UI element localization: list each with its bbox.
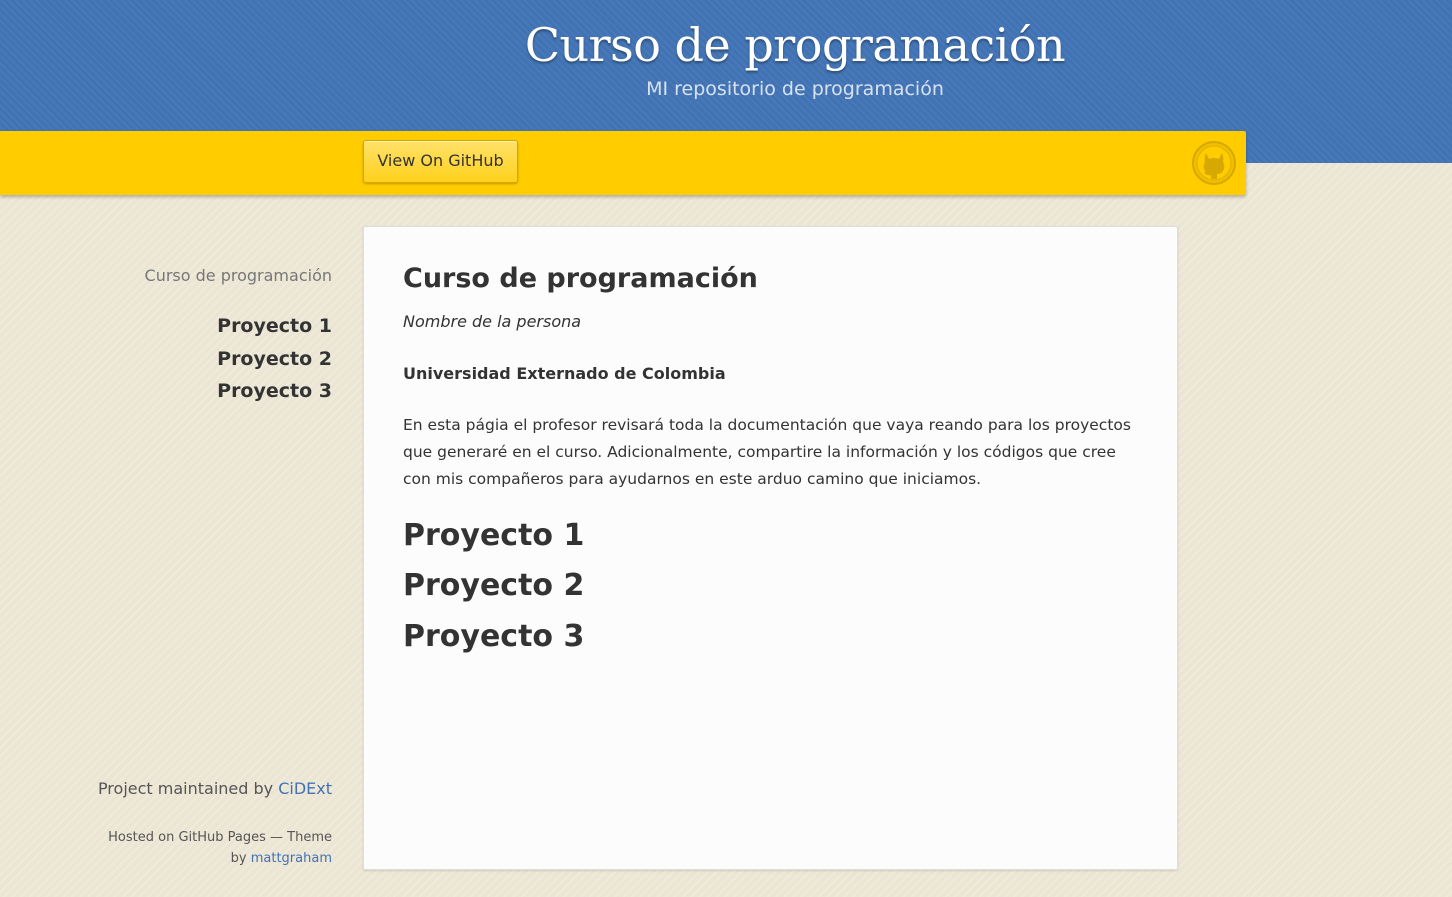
- hosted-by: Hosted on GitHub Pages — Theme by mattgr…: [92, 827, 332, 869]
- author-name: Nombre de la persona: [403, 312, 582, 331]
- sidebar-heading: Curso de programación: [144, 266, 332, 285]
- section-heading-proyecto-3: Proyecto 3: [403, 619, 585, 654]
- sidebar-item-proyecto-2[interactable]: Proyecto 2: [217, 343, 332, 376]
- maintained-by: Project maintained by CiDExt: [98, 779, 332, 798]
- site-title: Curso de programación: [524, 18, 1066, 72]
- view-on-github-button[interactable]: View On GitHub: [363, 140, 518, 183]
- nav-bar: View On GitHub: [0, 131, 1246, 195]
- sidebar-item-proyecto-1[interactable]: Proyecto 1: [217, 310, 332, 343]
- university-name: Universidad Externado de Colombia: [403, 364, 726, 383]
- main-content: Curso de programación Nombre de la perso…: [363, 226, 1178, 870]
- github-octocat-icon[interactable]: [1191, 140, 1237, 186]
- theme-author-link[interactable]: mattgraham: [251, 851, 332, 866]
- maintained-prefix: Project maintained by: [97, 779, 279, 798]
- sidebar-item-proyecto-3[interactable]: Proyecto 3: [217, 375, 332, 408]
- description-paragraph: En esta págia el profesor revisará toda …: [403, 416, 1131, 488]
- maintainer-link[interactable]: CiDExt: [278, 779, 332, 798]
- site-subtitle: MI repositorio de programación: [646, 78, 944, 100]
- section-heading-proyecto-1: Proyecto 1: [403, 518, 585, 553]
- section-heading-proyecto-2: Proyecto 2: [403, 568, 585, 603]
- page-title: Curso de programación: [403, 263, 758, 294]
- sidebar-nav: Proyecto 1 Proyecto 2 Proyecto 3: [217, 310, 332, 408]
